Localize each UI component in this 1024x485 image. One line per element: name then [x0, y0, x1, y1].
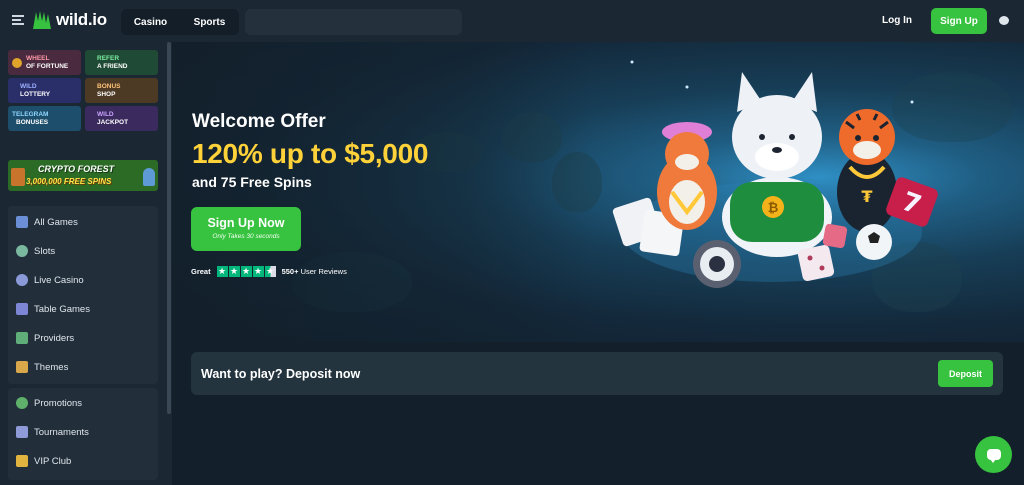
menu-group-games: All Games Slots Live Casino Table Games …: [8, 206, 158, 384]
svg-text:₮: ₮: [861, 187, 872, 206]
cta-label: Sign Up Now: [207, 216, 285, 230]
promo-telegram-bonuses[interactable]: TELEGRAM BONUSES: [8, 106, 81, 131]
promo-line2: BONUSES: [16, 118, 49, 126]
cards-icon: [16, 303, 28, 315]
sidebar-item-all-games[interactable]: All Games: [16, 216, 78, 228]
sidebar-item-live-casino[interactable]: Live Casino: [16, 274, 84, 286]
tab-casino[interactable]: Casino: [121, 17, 180, 28]
hero-signup-button[interactable]: Sign Up Now Only Takes 30 seconds: [191, 207, 301, 251]
sidebar-item-label: VIP Club: [34, 455, 72, 467]
search-input[interactable]: [245, 9, 462, 35]
menu-toggle-icon[interactable]: [12, 15, 24, 25]
sidebar-item-providers[interactable]: Providers: [16, 332, 74, 344]
promo-wild-jackpot[interactable]: WILD JACKPOT: [85, 106, 158, 131]
providers-icon: [16, 332, 28, 344]
deposit-prompt: Want to play? Deposit now: [201, 367, 361, 381]
trustpilot-rating[interactable]: Great ★ ★ ★ ★ ★ 550+ User Reviews: [191, 266, 347, 277]
signup-button[interactable]: Sign Up: [931, 8, 987, 34]
sidebar-item-tournaments[interactable]: Tournaments: [16, 426, 89, 438]
star-icon: ★: [228, 266, 240, 277]
sidebar-item-table-games[interactable]: Table Games: [16, 303, 90, 315]
nav-tabs: Casino Sports: [121, 9, 239, 35]
sidebar-item-label: All Games: [34, 216, 78, 228]
top-bar: wild.io Casino Sports Log In Sign Up: [0, 0, 1024, 42]
grid-icon: [16, 216, 28, 228]
cta-sublabel: Only Takes 30 seconds: [212, 233, 280, 240]
sidebar-scrollbar[interactable]: [167, 42, 171, 414]
live-chat-button[interactable]: [975, 436, 1012, 473]
wild-logo-icon: [33, 11, 51, 29]
wheel-icon: [12, 57, 22, 68]
live-dealer-icon: [16, 274, 28, 286]
star-icon: ★: [240, 266, 252, 277]
hero-offer-amount: 120% up to $5,000: [192, 138, 429, 169]
sidebar-item-label: Table Games: [34, 303, 90, 315]
promo-bonus-shop[interactable]: BONUS SHOP: [85, 78, 158, 103]
promo-line1: TELEGRAM: [12, 110, 49, 118]
promo-line1: WILD: [20, 82, 37, 90]
sidebar-item-themes[interactable]: Themes: [16, 361, 68, 373]
reviews-count: 550+: [281, 267, 299, 276]
crypto-art-right-icon: [143, 168, 155, 186]
logo-text: wild.io: [56, 10, 107, 29]
sidebar-item-slots[interactable]: Slots: [16, 245, 55, 257]
sidebar-item-label: Tournaments: [34, 426, 89, 438]
promo-wild-lottery[interactable]: WILD LOTTERY: [8, 78, 81, 103]
rating-label: Great: [191, 267, 211, 276]
money-bag-icon: [16, 397, 28, 409]
crypto-art-left-icon: [11, 168, 25, 186]
crypto-banner-subtitle: 3,000,000 FREE SPINS: [26, 177, 112, 186]
promo-line2: OF FORTUNE: [26, 62, 69, 70]
promo-line2: A FRIEND: [97, 62, 128, 70]
sidebar-item-vip-club[interactable]: VIP Club: [16, 455, 71, 467]
crown-icon: [16, 455, 28, 467]
hero-title: Welcome Offer: [192, 111, 326, 132]
tab-sports[interactable]: Sports: [180, 17, 239, 28]
promo-line1: BONUS: [97, 82, 121, 90]
promo-line1: REFER: [97, 54, 120, 62]
sidebar-item-label: Live Casino: [34, 274, 84, 286]
chat-icon[interactable]: [999, 16, 1009, 25]
sidebar-item-label: Providers: [34, 332, 75, 344]
promo-line2: SHOP: [97, 90, 116, 98]
trophy-icon: [16, 426, 28, 438]
mascot-illustration: ₿ ₮ 7: [612, 60, 938, 288]
hero-fade-overlay: [172, 42, 592, 342]
sidebar-item-label: Themes: [34, 361, 69, 373]
sidebar-item-label: Promotions: [34, 397, 83, 409]
promo-line2: JACKPOT: [97, 118, 129, 126]
promo-wheel-of-fortune[interactable]: WHEEL OF FORTUNE: [8, 50, 81, 75]
themes-icon: [16, 361, 28, 373]
promo-line2: LOTTERY: [20, 90, 51, 98]
promo-grid: WHEEL OF FORTUNE REFER A FRIEND WILD LOTTER…: [8, 50, 158, 131]
crypto-banner-title: CRYPTO FOREST: [38, 164, 115, 174]
logo[interactable]: wild.io: [32, 9, 107, 31]
menu-group-extras: Promotions Tournaments VIP Club: [8, 388, 158, 480]
crypto-forest-banner[interactable]: CRYPTO FOREST 3,000,000 FREE SPINS: [8, 160, 158, 191]
promo-line1: WHEEL: [26, 54, 50, 62]
deposit-button[interactable]: Deposit: [938, 360, 993, 387]
star-icon: ★: [252, 266, 264, 277]
chat-bubble-icon: [986, 449, 1001, 463]
slots-icon: [16, 245, 28, 257]
promo-refer-a-friend[interactable]: REFER A FRIEND: [85, 50, 158, 75]
hero-free-spins: and 75 Free Spins: [192, 174, 312, 190]
svg-text:₿: ₿: [768, 201, 779, 216]
half-star-icon: ★: [264, 266, 276, 277]
rating-stars: ★ ★ ★ ★ ★: [216, 266, 276, 277]
sidebar-item-promotions[interactable]: Promotions: [16, 397, 82, 409]
star-icon: ★: [216, 266, 228, 277]
sidebar-item-label: Slots: [34, 245, 56, 257]
reviews-suffix: User Reviews: [300, 267, 347, 276]
login-button[interactable]: Log In: [882, 15, 912, 26]
reviews-text: 550+ User Reviews: [282, 267, 347, 276]
promo-line1: WILD: [97, 110, 114, 118]
